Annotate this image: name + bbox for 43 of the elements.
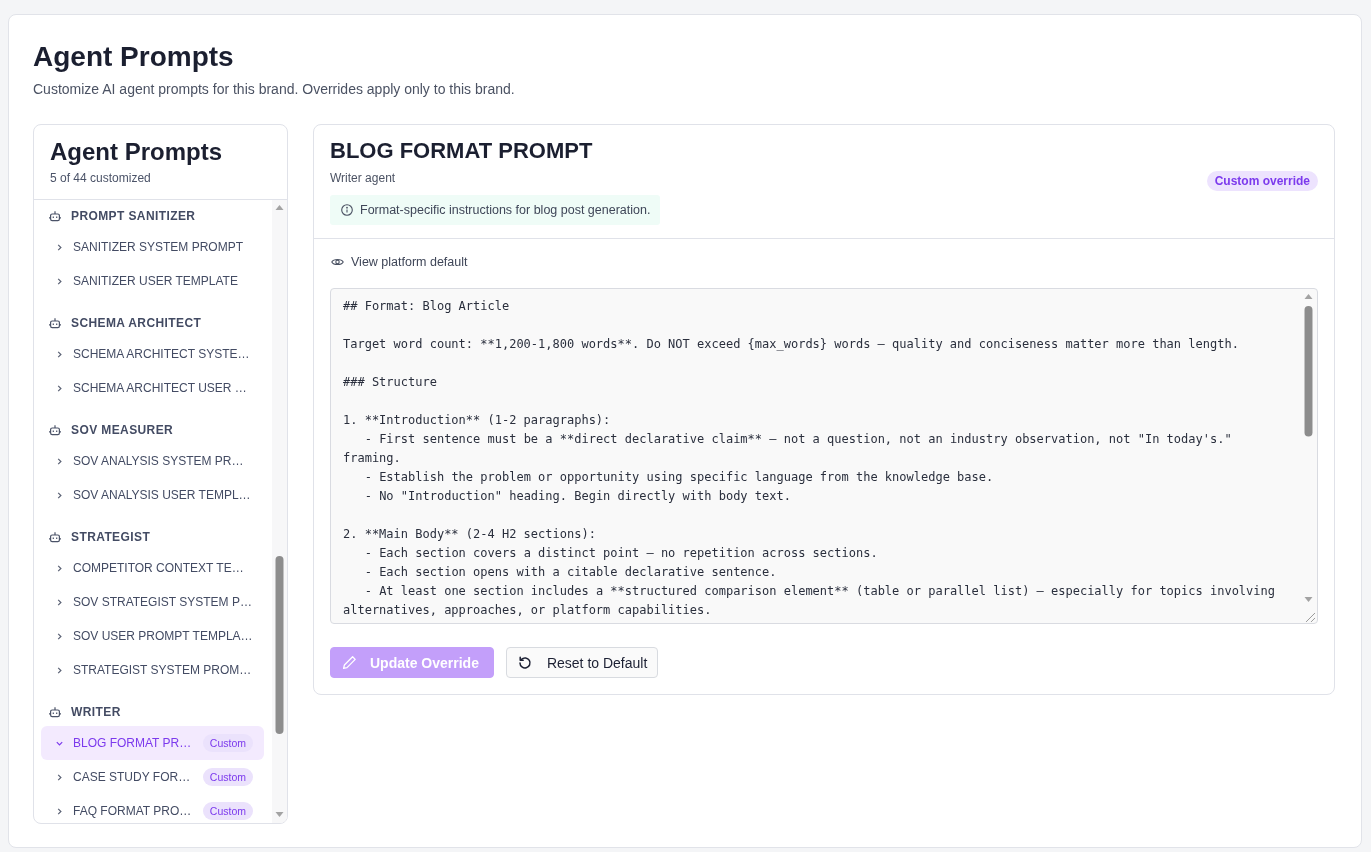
view-default-link[interactable]: View platform default — [331, 253, 468, 271]
sidebar-item[interactable]: FAQ FORMAT PRO… Custom — [41, 794, 264, 823]
info-text: Format-specific instructions for blog post generation. — [360, 203, 651, 217]
override-badge: Custom override — [1206, 171, 1318, 191]
sidebar-item[interactable]: SCHEMA ARCHITECT USER … — [41, 371, 264, 405]
prompt-title: BLOG FORMAT PROMPT — [330, 137, 593, 165]
bot-icon — [49, 531, 61, 543]
sidebar-item[interactable]: SANITIZER USER TEMPLATE — [41, 264, 264, 298]
page-subtitle: Customize AI agent prompts for this brand. Overrides apply only to this brand. — [33, 80, 516, 98]
agent-group-label: SCHEMA ARCHITECT — [71, 316, 202, 330]
sidebar-title: Agent Prompts — [50, 138, 223, 166]
customized-count: 5 of 44 customized — [50, 170, 152, 186]
circular-arrow-icon — [517, 655, 532, 670]
sidebar-item[interactable]: STRATEGIST SYSTEM PROM… — [41, 653, 264, 687]
sidebar-item[interactable]: SOV USER PROMPT TEMPLA… — [41, 619, 264, 653]
bot-icon — [49, 317, 61, 329]
eye-icon — [331, 257, 344, 267]
sidebar-item[interactable]: SOV ANALYSIS SYSTEM PR… — [41, 444, 264, 478]
sidebar-item[interactable]: SOV ANALYSIS USER TEMPL… — [41, 478, 264, 512]
pencil-icon — [342, 655, 357, 670]
sidebar-item[interactable]: CASE STUDY FOR… Custom — [41, 760, 264, 794]
sidebar-item[interactable]: COMPETITOR CONTEXT TE… — [41, 551, 264, 585]
sidebar-item[interactable]: BLOG FORMAT PR… Custom — [41, 726, 264, 760]
bot-icon — [49, 424, 61, 436]
resize-grip-icon[interactable] — [1303, 610, 1316, 623]
agent-name: Writer agent — [330, 170, 396, 186]
scrollbar[interactable] — [272, 200, 287, 823]
reset-button[interactable]: Reset to Default — [505, 647, 659, 678]
prompt-editor[interactable]: ## Format: Blog Article Target word count: **1,200-1,800 words**. Do NOT exceed {max_words} words — quality and conciseness matter more than length. ### Structure 1. **Introduction** (1-2 paragraphs): - First sentence must be a **direct declarative claim** — not a question, not an industry observation, not "In today's." framing. - Establish the problem or opportunity using specific language from the knowledge base. - No "Introduction" heading. Begin directly with body text. 2. **Main Body** (2-4 H2 sections): - Each section covers a distinct point — no repetition across sections. - Each section opens with a citable declarative sentence. - At least one section includes a **structured comparison element** (table or parallel list) — especially for topics involving alternatives, approaches, or platform capabilities. — [330, 288, 1318, 624]
agent-group-label: WRITER — [71, 705, 121, 719]
agent-group-label: SOV MEASURER — [71, 423, 174, 437]
agent-group-label: PROMPT SANITIZER — [71, 209, 196, 223]
custom-badge: Custom — [202, 734, 253, 752]
sidebar-item[interactable]: SCHEMA ARCHITECT SYSTE… — [41, 337, 264, 371]
sidebar-item[interactable]: SOV STRATEGIST SYSTEM P… — [41, 585, 264, 619]
sidebar-item[interactable]: SANITIZER SYSTEM PROMPT — [41, 230, 264, 264]
custom-badge: Custom — [202, 802, 253, 820]
bot-icon — [49, 210, 61, 222]
custom-badge: Custom — [202, 768, 253, 786]
page-title: Agent Prompts — [33, 40, 235, 74]
bot-icon — [49, 706, 61, 718]
agent-group-label: STRATEGIST — [71, 530, 151, 544]
info-icon — [341, 204, 353, 216]
